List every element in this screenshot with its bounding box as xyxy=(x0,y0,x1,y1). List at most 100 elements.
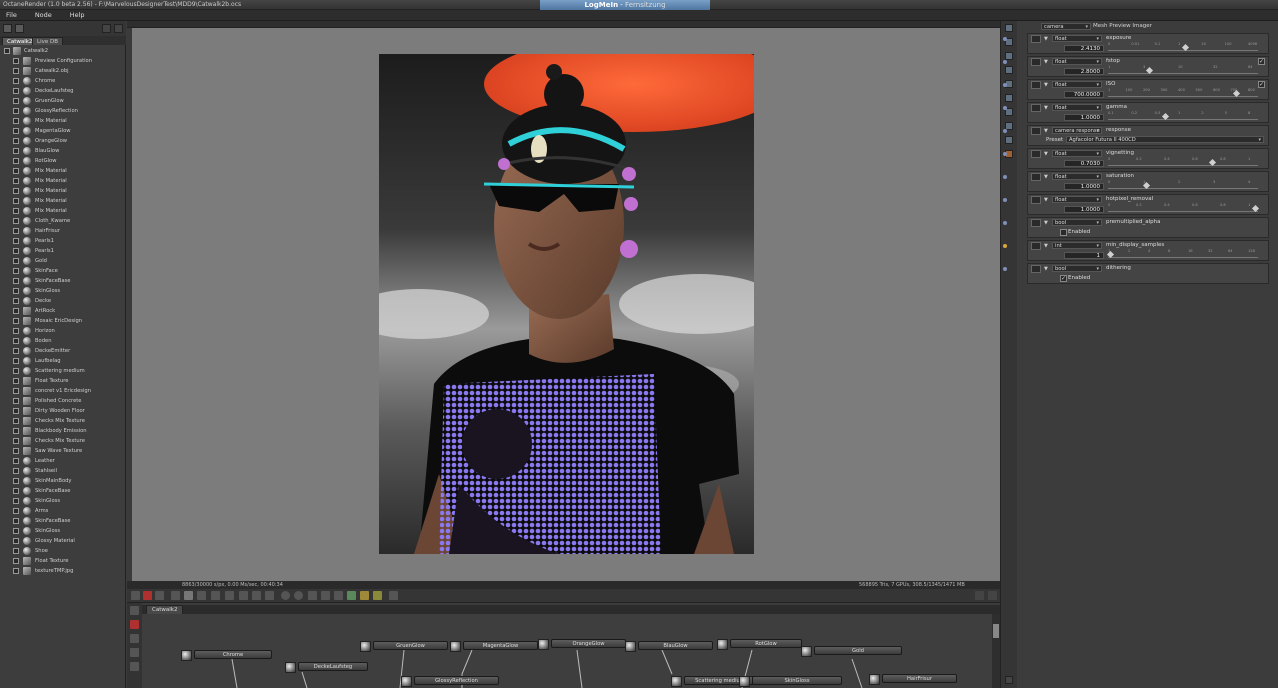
open-scene-icon[interactable] xyxy=(15,24,24,33)
expand-icon[interactable] xyxy=(13,458,19,464)
tree-item[interactable]: Mix Material xyxy=(0,166,126,176)
node-hairfrisur[interactable]: HairFrisur xyxy=(869,674,957,685)
expand-icon[interactable] xyxy=(13,518,19,524)
collapse-triangle-icon[interactable]: ▼ xyxy=(1044,82,1048,88)
tree-item[interactable]: Shoe xyxy=(0,546,126,556)
scrollbar-thumb[interactable] xyxy=(993,624,999,638)
delete-node-icon[interactable] xyxy=(130,620,139,629)
param-type-select[interactable]: bool xyxy=(1052,219,1102,226)
expand-icon[interactable] xyxy=(13,248,19,254)
pin-icon[interactable] xyxy=(1003,175,1007,179)
tree-item[interactable]: Mix Material xyxy=(0,116,126,126)
collapse-triangle-icon[interactable]: ▼ xyxy=(1044,197,1048,203)
expand-icon[interactable] xyxy=(13,68,19,74)
param-type-select[interactable]: float xyxy=(1052,104,1102,111)
pick-focus-icon[interactable] xyxy=(360,591,369,600)
menu-help[interactable]: Help xyxy=(70,10,85,21)
expand-icon[interactable] xyxy=(13,88,19,94)
expand-icon[interactable] xyxy=(13,158,19,164)
lock-icon[interactable] xyxy=(321,591,330,600)
pin-connect-icon[interactable] xyxy=(1031,150,1041,158)
param-type-select[interactable]: float xyxy=(1052,196,1102,203)
kernel-icon[interactable] xyxy=(1005,52,1013,60)
pin-connect-icon[interactable] xyxy=(1031,127,1041,135)
tree-root[interactable]: Catwalk2 xyxy=(0,46,126,56)
expand-icon[interactable] xyxy=(114,24,123,33)
param-type-select[interactable]: float xyxy=(1052,35,1102,42)
tree-item[interactable]: SkinGloss xyxy=(0,526,126,536)
param-value-field[interactable]: 2.8000 xyxy=(1064,68,1104,75)
tab-node-graph-catwalk2[interactable]: Catwalk2 xyxy=(146,605,184,614)
expand-icon[interactable] xyxy=(13,318,19,324)
expand-icon[interactable] xyxy=(13,398,19,404)
sync-icon[interactable] xyxy=(155,591,164,600)
param-type-select[interactable]: camera response xyxy=(1052,127,1102,134)
slider-handle[interactable] xyxy=(1251,204,1260,213)
pin-icon[interactable] xyxy=(1003,221,1007,225)
play-icon[interactable] xyxy=(197,591,206,600)
rotate-left-icon[interactable] xyxy=(239,591,248,600)
tree-item[interactable]: OrangeGlow xyxy=(0,136,126,146)
enabled-checkbox[interactable]: ✓ xyxy=(1060,275,1067,282)
tree-item[interactable]: Catwalk2.obj xyxy=(0,66,126,76)
collapse-triangle-icon[interactable]: ▼ xyxy=(1044,220,1048,226)
tree-item[interactable]: Pearls1 xyxy=(0,236,126,246)
tree-item[interactable]: Chrome xyxy=(0,76,126,86)
tab-live-db[interactable]: Live DB xyxy=(32,37,63,45)
param-slider[interactable]: 1 100 200 300 400 500 600 700 800 xyxy=(1108,88,1258,98)
tree-item[interactable]: BlauGlow xyxy=(0,146,126,156)
expand-icon[interactable] xyxy=(13,558,19,564)
texture-node-icon[interactable] xyxy=(130,648,139,657)
tree-item[interactable]: SkinFaceBase xyxy=(0,516,126,526)
tree-item[interactable]: SkinGloss xyxy=(0,286,126,296)
expand-icon[interactable] xyxy=(13,428,19,434)
expand-icon[interactable] xyxy=(13,338,19,344)
node-orangeglow[interactable]: OrangeGlow xyxy=(538,639,626,650)
tree-item[interactable]: MagentaGlow xyxy=(0,126,126,136)
expand-icon[interactable] xyxy=(13,468,19,474)
pin-connect-icon[interactable] xyxy=(1031,173,1041,181)
expand-icon[interactable] xyxy=(13,168,19,174)
pin-connect-icon[interactable] xyxy=(1031,219,1041,227)
sphere-shaded-icon[interactable] xyxy=(294,591,303,600)
expand-icon[interactable] xyxy=(13,208,19,214)
tree-item[interactable]: Blackbody Emission xyxy=(0,426,126,436)
expand-icon[interactable] xyxy=(13,58,19,64)
pin-connect-icon[interactable] xyxy=(1031,196,1041,204)
pin-icon[interactable] xyxy=(1003,267,1007,271)
slider-handle[interactable] xyxy=(1143,181,1151,190)
param-value-field[interactable]: 1.0000 xyxy=(1064,114,1104,121)
collapse-triangle-icon[interactable]: ▼ xyxy=(1044,128,1048,134)
expand-icon[interactable] xyxy=(13,198,19,204)
reset-icon[interactable] xyxy=(265,591,274,600)
expand-icon[interactable] xyxy=(13,108,19,114)
fullscreen-icon[interactable] xyxy=(988,591,997,600)
slider-handle[interactable] xyxy=(1233,89,1241,98)
tree-item[interactable]: SkinFaceBase xyxy=(0,486,126,496)
tree-item[interactable]: Gold xyxy=(0,256,126,266)
tree-item[interactable]: Polished Concrete xyxy=(0,396,126,406)
tree-item[interactable]: Dirty Wooden Floor xyxy=(0,406,126,416)
expand-icon[interactable] xyxy=(13,348,19,354)
slider-handle[interactable] xyxy=(1208,158,1216,167)
expand-icon[interactable] xyxy=(13,128,19,134)
tree-item[interactable]: Boden xyxy=(0,336,126,346)
pause-icon[interactable] xyxy=(184,591,193,600)
pin-icon[interactable] xyxy=(1003,198,1007,202)
expand-icon[interactable] xyxy=(13,548,19,554)
param-value-field[interactable]: 1.0000 xyxy=(1064,206,1104,213)
tree-item[interactable]: Leather xyxy=(0,456,126,466)
grid-icon[interactable] xyxy=(308,591,317,600)
collapse-triangle-icon[interactable]: ▼ xyxy=(1044,36,1048,42)
expand-icon[interactable] xyxy=(13,178,19,184)
expand-icon[interactable] xyxy=(13,358,19,364)
expand-icon[interactable] xyxy=(13,228,19,234)
collapse-triangle-icon[interactable]: ▼ xyxy=(1044,266,1048,272)
slider-handle[interactable] xyxy=(1106,250,1115,259)
expand-icon[interactable] xyxy=(13,508,19,514)
tree-item[interactable]: DeckeLaufsteg xyxy=(0,86,126,96)
node-type-select[interactable]: camera xyxy=(1041,23,1091,30)
expand-icon[interactable] xyxy=(13,288,19,294)
param-slider[interactable]: 0 0.2 0.4 0.6 0.8 1 xyxy=(1108,157,1258,167)
param-value-field[interactable]: 2.4130 xyxy=(1064,45,1104,52)
